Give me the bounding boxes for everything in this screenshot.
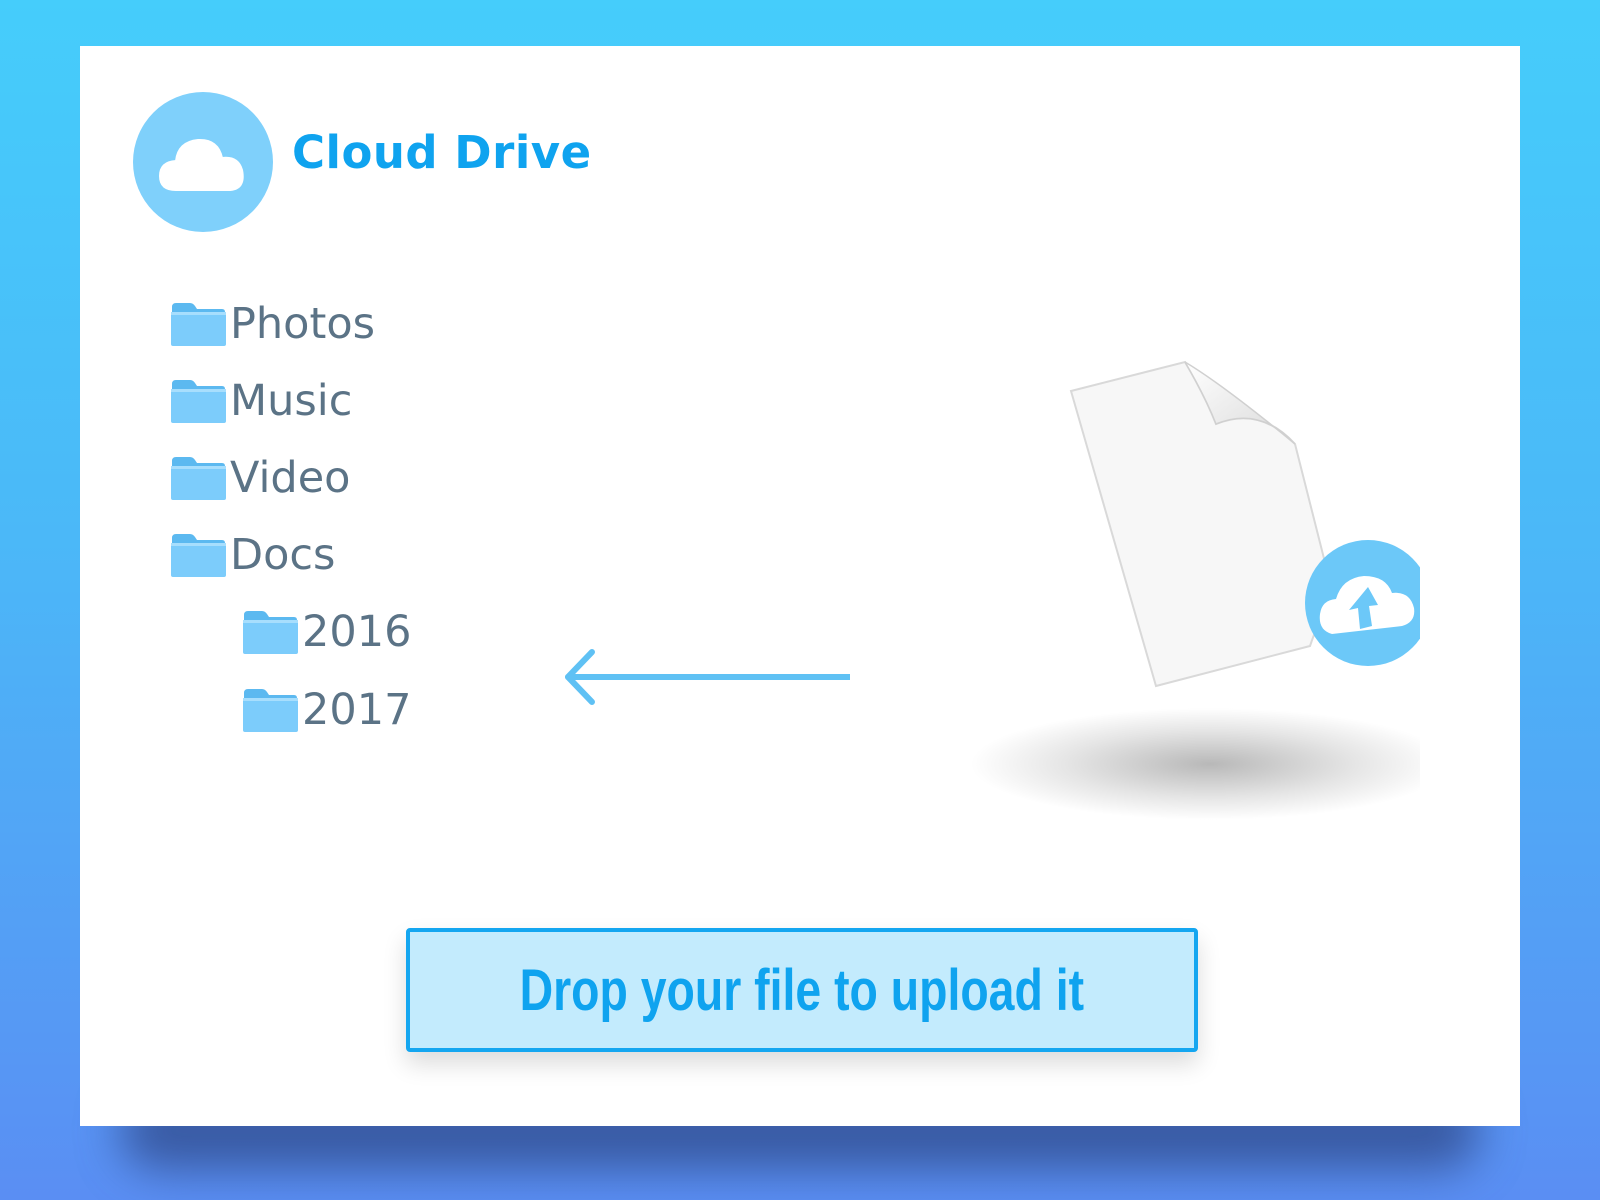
folder-item-photos[interactable]: Photos: [170, 294, 375, 354]
app-window: Cloud Drive Photos Music Video Docs 2016…: [80, 46, 1520, 1126]
drop-zone[interactable]: Drop your file to upload it: [406, 928, 1198, 1052]
logo: [133, 92, 273, 232]
folder-icon: [242, 687, 298, 733]
folder-label: Docs: [230, 530, 336, 580]
drop-zone-label: Drop your file to upload it: [519, 957, 1085, 1023]
folder-label: Music: [230, 376, 353, 426]
folder-icon: [170, 455, 226, 501]
folder-icon: [242, 609, 298, 655]
folder-item-docs[interactable]: Docs: [170, 525, 335, 585]
folder-icon: [170, 378, 226, 424]
dragged-file[interactable]: [940, 296, 1420, 856]
folder-item-2016[interactable]: 2016: [242, 602, 411, 662]
folder-label: 2017: [302, 685, 412, 735]
folder-icon: [170, 301, 226, 347]
cloud-icon: [158, 138, 244, 191]
folder-icon: [170, 532, 226, 578]
folder-label: Photos: [230, 299, 376, 349]
folder-item-video[interactable]: Video: [170, 448, 350, 508]
folder-item-music[interactable]: Music: [170, 371, 352, 431]
drop-shadow: [970, 708, 1420, 820]
folder-item-2017[interactable]: 2017: [242, 680, 411, 740]
app-title: Cloud Drive: [292, 126, 592, 179]
file-icon: [1069, 360, 1336, 688]
folder-label: 2016: [302, 607, 412, 657]
folder-label: Video: [230, 453, 351, 503]
arrow-left-icon: [565, 649, 850, 705]
